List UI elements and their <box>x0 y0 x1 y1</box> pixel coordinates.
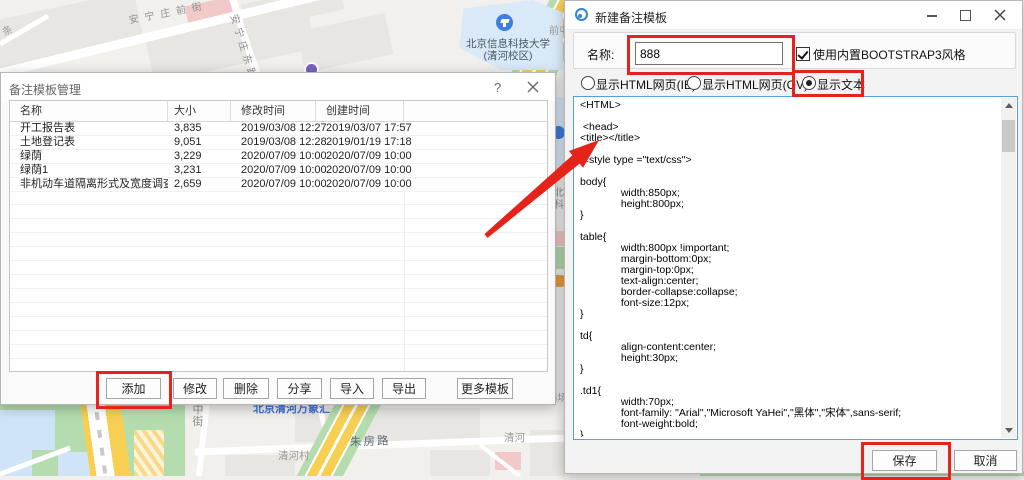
cell-size: 3,231 <box>174 163 231 177</box>
modify-button[interactable]: 修改 <box>173 378 217 399</box>
university-poi-icon <box>496 14 513 31</box>
radio-show-text[interactable] <box>802 76 816 90</box>
cell-size: 9,051 <box>174 135 231 149</box>
road-label: 中街 <box>192 404 204 428</box>
table-header: 名称 大小 修改时间 创建时间 <box>10 101 547 122</box>
delete-button[interactable]: 删除 <box>223 378 269 399</box>
radio-html-ov-label: 显示HTML网页(OV) <box>702 76 808 93</box>
cell-name: 非机动车道隔离形式及宽度调查表 <box>20 177 168 191</box>
more-templates-button[interactable]: 更多模板 <box>457 378 513 399</box>
cell-size: 3,835 <box>174 121 231 135</box>
road-label: 朱房路 <box>350 432 391 449</box>
cancel-button[interactable]: 取消 <box>954 450 1017 471</box>
lane-dashes <box>92 394 110 476</box>
template-manager-dialog: 备注模板管理 ? 名称 大小 修改时间 创建时间 开工报告表 3,835 201… <box>0 72 556 405</box>
cell-created: 2020/07/09 10:00 <box>326 163 414 177</box>
radio-html-ie-label: 显示HTML网页(IE) <box>596 76 696 93</box>
maximize-icon[interactable] <box>960 10 971 21</box>
place-label: 清河 <box>504 430 525 445</box>
name-input[interactable] <box>635 42 783 65</box>
column-header-modified[interactable]: 修改时间 <box>231 101 316 121</box>
column-header-created[interactable]: 创建时间 <box>316 101 404 121</box>
column-header-name[interactable]: 名称 <box>10 101 168 121</box>
cell-name: 绿荫 <box>20 149 168 163</box>
campus-label: 北京信息科技大学 (清河校区) <box>452 38 564 62</box>
editor-title: 新建备注模板 <box>595 9 667 26</box>
bootstrap-checkbox-label: 使用内置BOOTSTRAP3风格 <box>813 46 966 63</box>
template-row[interactable]: 土地登记表 9,051 2019/03/08 12:28 2019/01/19 … <box>10 135 547 150</box>
radio-html-ie[interactable] <box>581 76 595 90</box>
new-template-dialog: 新建备注模板 名称: 使用内置BOOTSTRAP3风格 显示HTML网页(IE)… <box>564 0 1023 474</box>
template-row[interactable]: 绿荫 3,229 2020/07/09 10:00 2020/07/09 10:… <box>10 149 547 164</box>
radio-show-text-label: 显示文本 <box>817 76 865 93</box>
cell-name: 开工报告表 <box>20 121 168 135</box>
template-table: 名称 大小 修改时间 创建时间 开工报告表 3,835 2019/03/08 1… <box>9 100 548 372</box>
app-logo-icon <box>575 8 588 21</box>
radio-html-ov[interactable] <box>687 76 701 90</box>
template-row[interactable]: 非机动车道隔离形式及宽度调查表 2,659 2020/07/09 10:00 2… <box>10 177 547 192</box>
cell-size: 2,659 <box>174 177 231 191</box>
cell-name: 土地登记表 <box>20 135 168 149</box>
cell-size: 3,229 <box>174 149 231 163</box>
cell-created: 2020/07/09 10:00 <box>326 149 414 163</box>
cell-created: 2020/07/09 10:00 <box>326 177 414 191</box>
manager-titlebar[interactable]: 备注模板管理 ? <box>1 73 555 101</box>
share-button[interactable]: 分享 <box>277 378 322 399</box>
export-button[interactable]: 导出 <box>382 378 426 399</box>
add-button[interactable]: 添加 <box>106 378 161 399</box>
scroll-down-icon[interactable] <box>1001 423 1016 438</box>
close-icon[interactable] <box>527 81 539 93</box>
close-icon[interactable] <box>994 9 1006 21</box>
template-row[interactable]: 开工报告表 3,835 2019/03/08 12:27 2019/03/07 … <box>10 121 547 136</box>
empty-rows-area <box>10 191 547 371</box>
import-button[interactable]: 导入 <box>330 378 374 399</box>
scroll-up-icon[interactable] <box>1001 98 1016 113</box>
cell-created: 2019/03/07 17:57 <box>326 121 414 135</box>
manager-title: 备注模板管理 <box>9 81 81 98</box>
cell-modified: 2019/03/08 12:27 <box>241 121 326 135</box>
template-code-editor[interactable]: <HTML> <head> <title></title> <style typ… <box>573 96 1018 440</box>
save-button[interactable]: 保存 <box>872 450 937 471</box>
place-label: 清河村 <box>278 448 310 463</box>
cell-modified: 2020/07/09 10:00 <box>241 177 326 191</box>
bootstrap-checkbox[interactable] <box>796 47 810 61</box>
column-header-size[interactable]: 大小 <box>168 101 231 121</box>
map-hatched-area <box>134 430 164 476</box>
cell-name: 绿荫1 <box>20 163 168 177</box>
scrollbar[interactable] <box>1001 98 1016 438</box>
graduation-cap-icon <box>503 23 506 27</box>
cell-modified: 2020/07/09 10:00 <box>241 149 326 163</box>
cell-modified: 2019/03/08 12:28 <box>241 135 326 149</box>
cell-created: 2019/01/19 17:18 <box>326 135 414 149</box>
code-content[interactable]: <HTML> <head> <title></title> <style typ… <box>580 100 999 437</box>
minimize-icon[interactable] <box>927 15 937 17</box>
name-label: 名称: <box>587 46 614 63</box>
cell-modified: 2020/07/09 10:00 <box>241 163 326 177</box>
help-icon[interactable]: ? <box>494 80 501 95</box>
scrollbar-thumb[interactable] <box>1002 120 1015 152</box>
editor-titlebar[interactable]: 新建备注模板 <box>565 1 1022 30</box>
template-row[interactable]: 绿荫1 3,231 2020/07/09 10:00 2020/07/09 10… <box>10 163 547 178</box>
